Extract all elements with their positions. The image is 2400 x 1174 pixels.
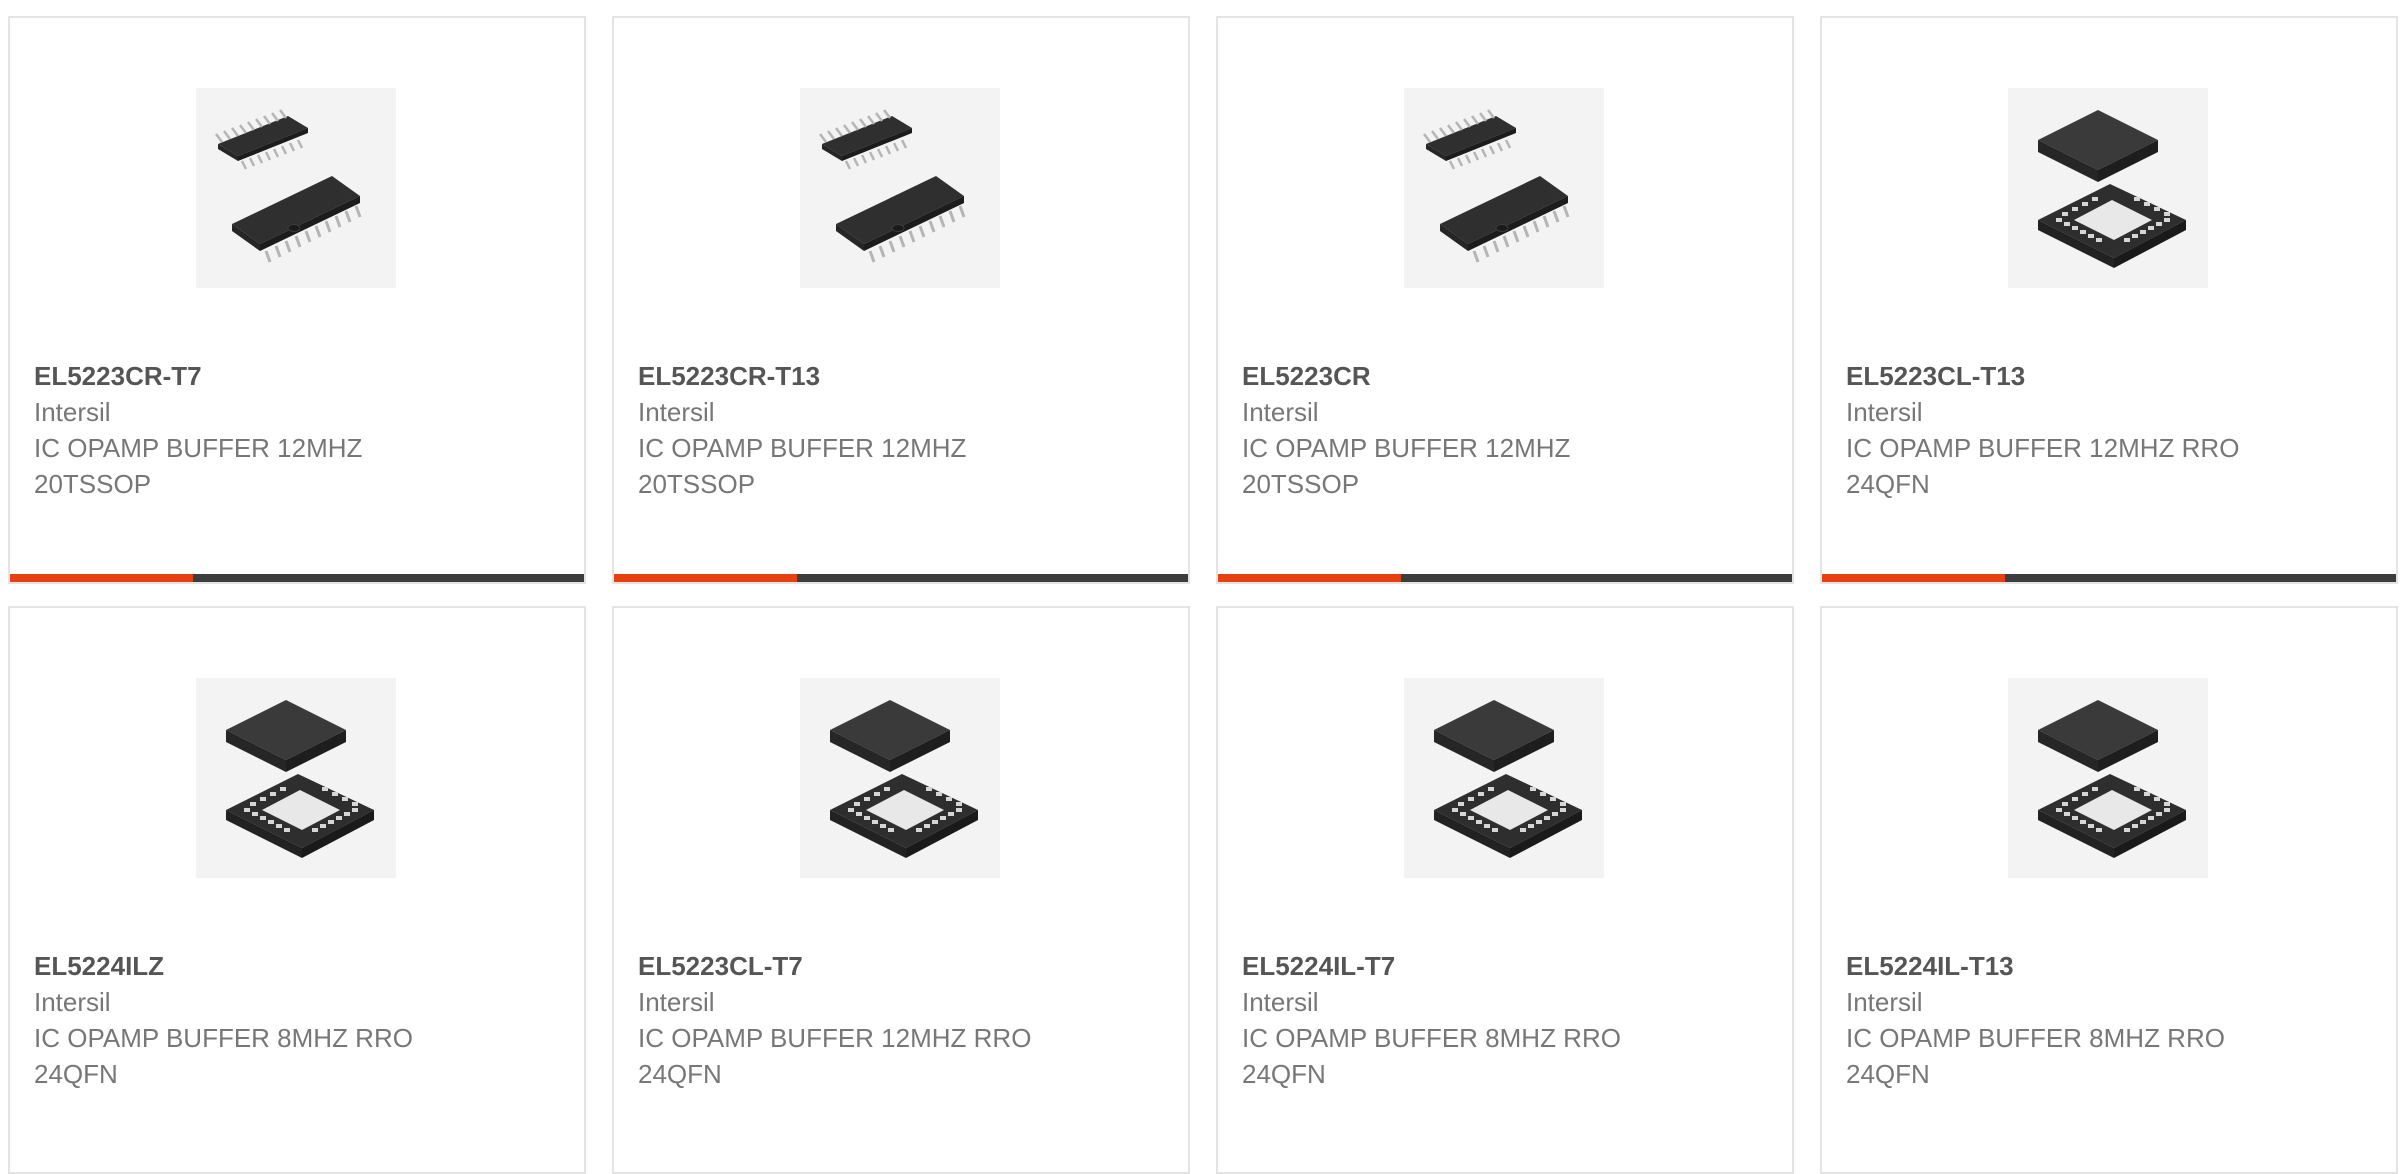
product-card[interactable]: EL5223CR-T7 Intersil IC OPAMP BUFFER 12M… [8, 16, 586, 584]
product-grid: EL5223CR-T7 Intersil IC OPAMP BUFFER 12M… [8, 16, 2400, 1174]
tssop-package-icon [818, 108, 966, 264]
part-number[interactable]: EL5224IL-T13 [1846, 948, 2276, 984]
manufacturer: Intersil [34, 987, 111, 1017]
manufacturer: Intersil [638, 987, 715, 1017]
part-number[interactable]: EL5224ILZ [34, 948, 464, 984]
manufacturer: Intersil [1242, 987, 1319, 1017]
product-description: IC OPAMP BUFFER 12MHZ 20TSSOP [638, 433, 967, 499]
tssop-package-icon [214, 108, 362, 264]
product-description: IC OPAMP BUFFER 12MHZ 20TSSOP [34, 433, 363, 499]
manufacturer: Intersil [1846, 397, 1923, 427]
qfn-package-icon [1434, 700, 1582, 858]
product-description: IC OPAMP BUFFER 8MHZ RRO 24QFN [1242, 1023, 1621, 1089]
product-card[interactable]: EL5223CL-T7 Intersil IC OPAMP BUFFER 12M… [612, 606, 1190, 1174]
card-accent-bar [10, 574, 193, 582]
card-accent-bar [1218, 574, 1401, 582]
part-number[interactable]: EL5223CR-T13 [638, 358, 1068, 394]
part-number[interactable]: EL5224IL-T7 [1242, 948, 1672, 984]
part-number[interactable]: EL5223CR-T7 [34, 358, 464, 394]
card-bottom-bar [614, 574, 1188, 582]
product-image[interactable] [800, 678, 1000, 878]
part-number[interactable]: EL5223CL-T7 [638, 948, 1068, 984]
manufacturer: Intersil [638, 397, 715, 427]
manufacturer: Intersil [34, 397, 111, 427]
card-accent-bar [1822, 574, 2005, 582]
part-number[interactable]: EL5223CR [1242, 358, 1672, 394]
product-image[interactable] [800, 88, 1000, 288]
product-image[interactable] [196, 88, 396, 288]
qfn-package-icon [2038, 700, 2186, 858]
product-image[interactable] [196, 678, 396, 878]
manufacturer: Intersil [1242, 397, 1319, 427]
product-image[interactable] [2008, 88, 2208, 288]
product-card[interactable]: EL5224ILZ Intersil IC OPAMP BUFFER 8MHZ … [8, 606, 586, 1174]
qfn-package-icon [2038, 110, 2186, 268]
product-card[interactable]: EL5223CR-T13 Intersil IC OPAMP BUFFER 12… [612, 16, 1190, 584]
card-bottom-bar [10, 574, 584, 582]
product-card[interactable]: EL5223CR Intersil IC OPAMP BUFFER 12MHZ … [1216, 16, 1794, 584]
card-bottom-bar [1218, 574, 1792, 582]
product-card[interactable]: EL5224IL-T7 Intersil IC OPAMP BUFFER 8MH… [1216, 606, 1794, 1174]
qfn-package-icon [226, 700, 374, 858]
product-description: IC OPAMP BUFFER 12MHZ 20TSSOP [1242, 433, 1571, 499]
qfn-package-icon [830, 700, 978, 858]
product-description: IC OPAMP BUFFER 12MHZ RRO 24QFN [1846, 433, 2240, 499]
product-image[interactable] [1404, 88, 1604, 288]
product-description: IC OPAMP BUFFER 8MHZ RRO 24QFN [1846, 1023, 2225, 1089]
product-description: IC OPAMP BUFFER 8MHZ RRO 24QFN [34, 1023, 413, 1089]
manufacturer: Intersil [1846, 987, 1923, 1017]
product-card[interactable]: EL5224IL-T13 Intersil IC OPAMP BUFFER 8M… [1820, 606, 2398, 1174]
product-image[interactable] [2008, 678, 2208, 878]
part-number[interactable]: EL5223CL-T13 [1846, 358, 2276, 394]
product-description: IC OPAMP BUFFER 12MHZ RRO 24QFN [638, 1023, 1032, 1089]
tssop-package-icon [1422, 108, 1570, 264]
card-bottom-bar [1822, 574, 2396, 582]
product-image[interactable] [1404, 678, 1604, 878]
product-card[interactable]: EL5223CL-T13 Intersil IC OPAMP BUFFER 12… [1820, 16, 2398, 584]
card-accent-bar [614, 574, 797, 582]
